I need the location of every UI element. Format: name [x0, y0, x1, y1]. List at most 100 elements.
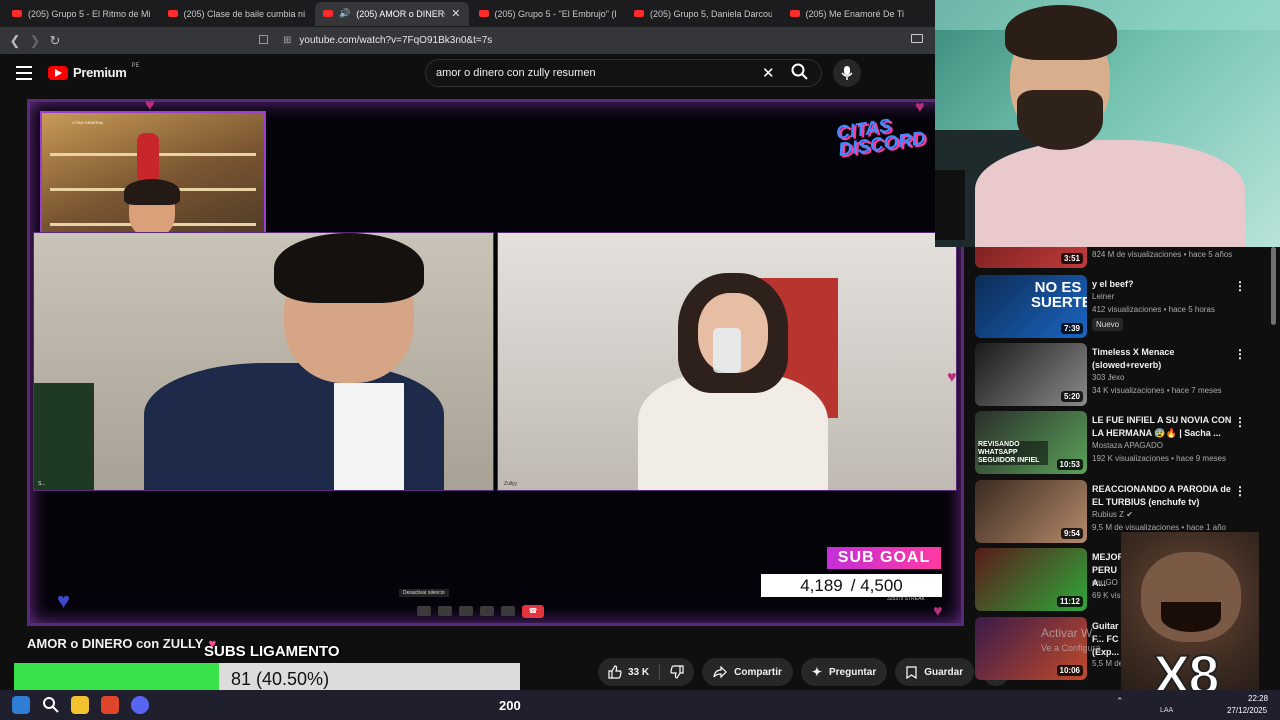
- streak-label: 32537x STREAK: [887, 596, 925, 602]
- guest-cam-right: Zullyy: [497, 232, 957, 491]
- right-cam-name: Zullyy: [504, 481, 518, 487]
- clock-date[interactable]: 27/12/2025: [1227, 706, 1267, 715]
- windows-start-icon[interactable]: [12, 696, 30, 714]
- search-icon[interactable]: [42, 696, 60, 714]
- microphone-arm: [935, 170, 965, 240]
- like-count: 33 K: [628, 666, 650, 678]
- browser-tab[interactable]: (205) Clase de baile cumbia nivel bás: [160, 2, 314, 26]
- youtube-favicon-icon: [634, 10, 644, 17]
- microphone-icon[interactable]: [833, 59, 861, 87]
- kebab-menu-icon[interactable]: ⋮: [1234, 484, 1246, 498]
- sparkle-icon: ✦: [811, 665, 822, 679]
- browser-tab[interactable]: (205) Grupo 5 - "El Embrujo" (Letra): [471, 2, 625, 26]
- streamer-webcam: [935, 0, 1280, 247]
- video-player[interactable]: CITAS GENERAL CITAS DISCORD S... Zullyy …: [27, 99, 964, 626]
- video-thumbnail[interactable]: 3:51: [975, 247, 1087, 268]
- video-meta: 192 K visualizaciones • hace 9 meses: [1092, 454, 1226, 463]
- thumb-text: REVISANDO WHATSAPP SEGUIDOR INFIEL: [978, 441, 1048, 465]
- video-title: REACCIONANDO A PARODIA de EL TURBIUS (en…: [1092, 484, 1231, 507]
- subs-ligamento-label: SUBS LIGAMENTO: [204, 643, 340, 660]
- browser-tab[interactable]: (205) Grupo 5, Daniela Darcourt - Qu: [626, 2, 780, 26]
- channel-name: 303 Ɉexo: [1092, 373, 1125, 382]
- list-item[interactable]: 3:51 824 M de visualizaciones • hace 5 a…: [975, 247, 1265, 271]
- pip-label: CITAS GENERAL: [72, 120, 104, 125]
- kebab-menu-icon[interactable]: ⋮: [1234, 347, 1246, 361]
- video-title: y el beef?: [1092, 279, 1134, 289]
- left-cam-name: S...: [38, 481, 46, 487]
- youtube-header: Premium PE amor o dinero con zully resum…: [0, 54, 935, 94]
- tray-chevron-icon[interactable]: ⌃: [1116, 696, 1124, 707]
- hamburger-menu-icon[interactable]: [16, 66, 32, 80]
- discord-icon[interactable]: [131, 696, 149, 714]
- tab-title: (205) Grupo 5 - "El Embrujo" (Letra): [494, 8, 617, 19]
- screen-share-icon[interactable]: [459, 606, 473, 616]
- url-bar[interactable]: ⊞ youtube.com/watch?v=7FqO91Bk3n0&t=7s: [255, 30, 915, 51]
- heart-icon: ♥: [933, 603, 943, 620]
- browser-tab[interactable]: (205) Grupo 5 - El Ritmo de Mi Coraz: [4, 2, 158, 26]
- clear-search-icon[interactable]: ✕: [762, 64, 775, 82]
- browser-tab[interactable]: (205) Me Enamoré De Ti: [782, 2, 936, 26]
- captions-icon[interactable]: [480, 606, 494, 616]
- logo-text: Premium: [73, 65, 127, 80]
- overlay-counter: 200: [499, 698, 521, 713]
- share-label: Compartir: [734, 666, 782, 678]
- youtube-premium-logo[interactable]: Premium PE: [48, 63, 140, 80]
- tab-title: (205) AMOR o DINERO con Zl: [356, 8, 445, 19]
- more-options-icon[interactable]: [501, 606, 515, 616]
- video-thumbnail[interactable]: 5:20: [975, 343, 1087, 406]
- input-language[interactable]: LAA: [1160, 707, 1173, 714]
- brave-browser-icon[interactable]: [101, 696, 119, 714]
- file-explorer-icon[interactable]: [71, 696, 89, 714]
- cast-icon[interactable]: [911, 34, 923, 43]
- like-dislike-group: 33 K: [598, 658, 695, 686]
- back-arrow-icon[interactable]: ❮: [5, 31, 25, 51]
- youtube-favicon-icon: [323, 10, 333, 17]
- speaker-icon[interactable]: 🔊: [339, 8, 350, 19]
- end-call-icon[interactable]: ☎: [522, 604, 544, 618]
- list-item[interactable]: REVISANDO WHATSAPP SEGUIDOR INFIEL 10:53…: [975, 411, 1265, 477]
- dislike-button[interactable]: [660, 658, 694, 686]
- thumbs-down-icon: [670, 665, 684, 679]
- sub-goal-current: 4,189: [800, 575, 843, 595]
- tab-title: (205) Grupo 5, Daniela Darcourt - Qu: [650, 8, 772, 19]
- share-button[interactable]: Compartir: [702, 658, 793, 686]
- tab-title: (205) Grupo 5 - El Ritmo de Mi Coraz: [28, 8, 150, 19]
- browser-tab-strip: (205) Grupo 5 - El Ritmo de Mi Coraz (20…: [0, 0, 935, 27]
- search-icon[interactable]: [790, 62, 814, 82]
- youtube-favicon-icon: [167, 10, 178, 17]
- video-title: Timeless X Menace (slowed+reverb): [1092, 347, 1175, 370]
- browser-tab-active[interactable]: 🔊 (205) AMOR o DINERO con Zl ✕: [315, 1, 469, 26]
- ask-button[interactable]: ✦ Preguntar: [800, 658, 888, 686]
- sidebar-scrollbar[interactable]: [1271, 247, 1276, 325]
- camera-toggle-icon[interactable]: [438, 606, 452, 616]
- heart-icon: ♥: [145, 99, 155, 114]
- video-meta: 412 visualizaciones • hace 5 horas: [1092, 305, 1215, 314]
- video-thumbnail[interactable]: 11:12: [975, 548, 1087, 611]
- video-title: AMOR o DINERO con ZULLY ♥: [27, 636, 216, 651]
- like-button[interactable]: 33 K: [598, 658, 659, 686]
- close-tab-icon[interactable]: ✕: [451, 7, 460, 20]
- forward-arrow-icon[interactable]: ❯: [25, 31, 45, 51]
- list-item[interactable]: 5:20 Timeless X Menace (slowed+reverb) 3…: [975, 343, 1265, 409]
- reload-icon[interactable]: ↻: [45, 31, 65, 51]
- video-thumbnail[interactable]: REVISANDO WHATSAPP SEGUIDOR INFIEL 10:53: [975, 411, 1087, 474]
- windows-taskbar: 200 ⌃: [0, 690, 1280, 720]
- video-meta: 34 K visualizaciones • hace 7 meses: [1092, 386, 1222, 395]
- kebab-menu-icon[interactable]: ⋮: [1234, 279, 1246, 293]
- clock-time[interactable]: 22:28: [1248, 694, 1268, 703]
- thumbs-up-icon: [608, 665, 622, 679]
- youtube-play-icon: [48, 65, 68, 80]
- share-arrow-icon: [713, 666, 727, 678]
- channel-name: Mostaza APAGADO: [1092, 441, 1163, 450]
- list-item[interactable]: NO ES SUERTE 7:39 y el beef? Leiner 412 …: [975, 275, 1265, 341]
- mic-toggle-icon[interactable]: [417, 606, 431, 616]
- subs-progress-text: 81 (40.50%): [231, 669, 330, 689]
- video-thumbnail[interactable]: NO ES SUERTE 7:39: [975, 275, 1087, 338]
- youtube-favicon-icon: [478, 10, 489, 17]
- save-button[interactable]: Guardar: [895, 658, 975, 686]
- kebab-menu-icon[interactable]: ⋮: [1234, 415, 1246, 429]
- site-info-icon[interactable]: ⊞: [283, 35, 291, 46]
- video-title-text: AMOR o DINERO con ZULLY: [27, 636, 204, 651]
- call-controls: ☎: [417, 602, 577, 620]
- video-thumbnail[interactable]: 9:54: [975, 480, 1087, 543]
